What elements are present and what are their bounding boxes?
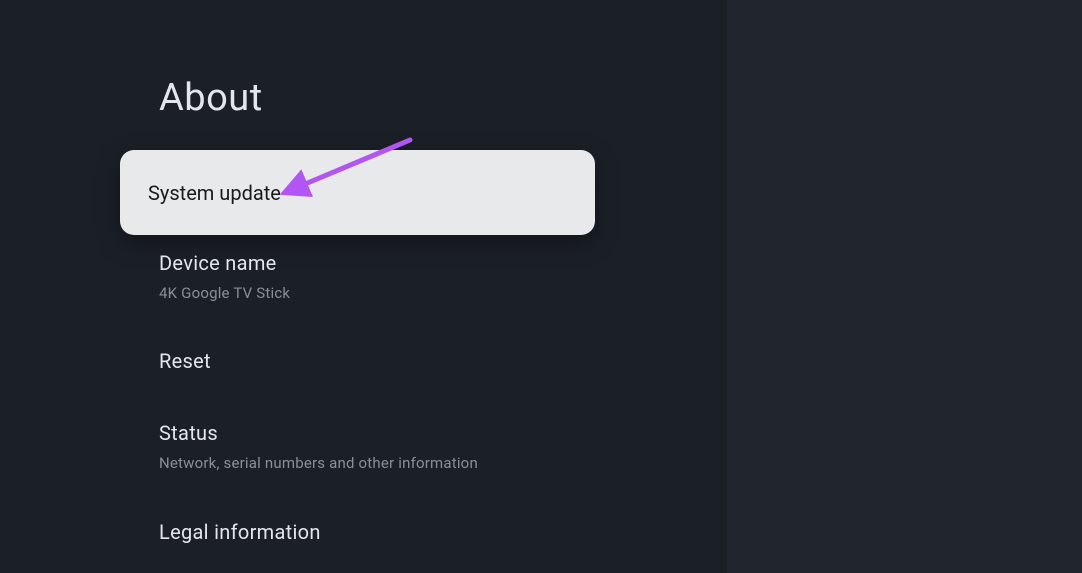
page-title: About <box>159 76 263 120</box>
menu-item-reset[interactable]: Reset <box>159 349 619 373</box>
legal-label: Legal information <box>159 520 619 544</box>
menu-item-legal[interactable]: Legal information <box>159 520 619 544</box>
settings-right-panel <box>727 0 1082 573</box>
device-name-value: 4K Google TV Stick <box>159 284 619 302</box>
status-subtitle: Network, serial numbers and other inform… <box>159 454 619 472</box>
menu-item-system-update[interactable]: System update <box>120 150 595 235</box>
device-name-label: Device name <box>159 251 619 275</box>
menu-item-device-name[interactable]: Device name 4K Google TV Stick <box>159 251 619 302</box>
settings-left-panel: About System update Device name 4K Googl… <box>0 0 727 573</box>
reset-label: Reset <box>159 349 619 373</box>
status-label: Status <box>159 421 619 445</box>
menu-item-status[interactable]: Status Network, serial numbers and other… <box>159 421 619 472</box>
system-update-label: System update <box>148 181 281 205</box>
